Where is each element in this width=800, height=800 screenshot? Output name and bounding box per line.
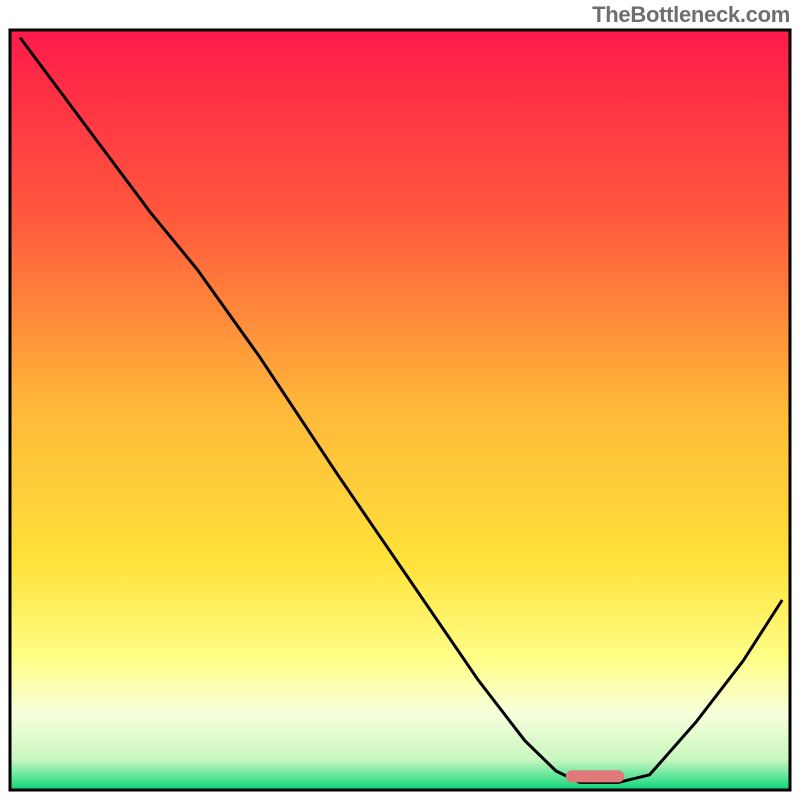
watermark-text: TheBottleneck.com (592, 2, 790, 28)
chart-canvas (0, 0, 800, 800)
gradient-background (10, 30, 790, 790)
bottleneck-chart: TheBottleneck.com (0, 0, 800, 800)
optimal-marker (566, 770, 625, 782)
